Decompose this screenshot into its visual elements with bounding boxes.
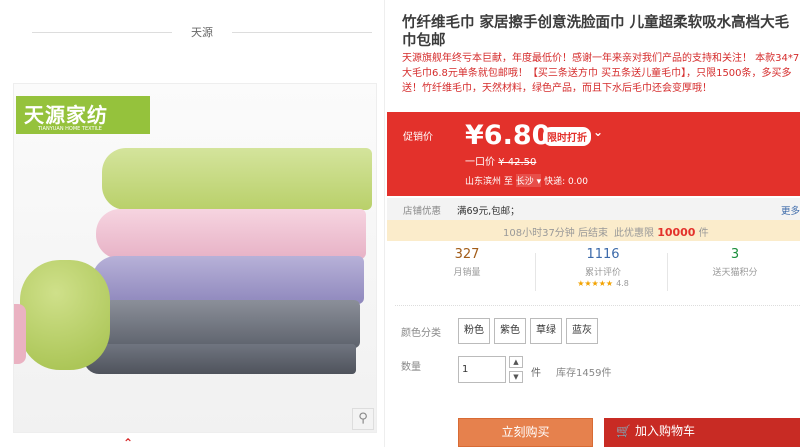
quantity-increase-icon[interactable]: ▲ bbox=[509, 356, 523, 368]
brand-logo-subtext: TIANYUAN HOME TEXTILE bbox=[38, 126, 102, 132]
product-title-line-2: 巾包邮 bbox=[402, 33, 446, 49]
quantity-unit: 件 bbox=[531, 368, 541, 379]
store-promo-more-link[interactable]: 更多 bbox=[781, 203, 800, 217]
buy-now-button[interactable]: 立刻购买 bbox=[458, 418, 593, 447]
countdown-bar: 108小时37分钟 后结束 此优惠限 10000 件 bbox=[387, 220, 800, 241]
divider-line bbox=[32, 32, 172, 33]
stat-reviews[interactable]: 1116 累计评价 ★★★★★ 4.8 bbox=[543, 247, 663, 288]
stat-tmall-points: 3 送天猫积分 bbox=[675, 247, 795, 278]
add-to-cart-label: 加入购物车 bbox=[634, 424, 695, 438]
promo-limit: 此优惠限 10000 件 bbox=[614, 224, 709, 239]
towel-gray-bottom bbox=[84, 344, 356, 374]
original-price-value: ¥ 42.50 bbox=[498, 157, 537, 168]
towel-pink bbox=[96, 209, 366, 259]
quantity-decrease-icon[interactable]: ▼ bbox=[509, 371, 523, 383]
original-price-label: 一口价 bbox=[465, 157, 495, 168]
color-label: 颜色分类 bbox=[401, 328, 441, 339]
main-product-image[interactable]: 天源家纺 TIANYUAN HOME TEXTILE ⚲ bbox=[13, 83, 377, 433]
section-divider bbox=[395, 305, 800, 306]
towel-gray bbox=[88, 300, 360, 348]
ship-from: 山东滨州 bbox=[465, 177, 502, 187]
towel-rolled-pink bbox=[14, 304, 26, 364]
towel-green bbox=[102, 148, 372, 210]
divider-line bbox=[232, 32, 372, 33]
rating-value: 4.8 bbox=[616, 279, 629, 288]
promo-tag: 限时打折 bbox=[543, 127, 591, 146]
promo-limit-value: 10000 bbox=[657, 226, 696, 239]
price-panel: 促销价 ¥6.80 限时打折 ⌄ 一口价 ¥ 42.50 山东滨州 至 长沙 ▾… bbox=[387, 112, 800, 196]
chevron-up-icon[interactable]: ⌃ bbox=[123, 436, 133, 447]
shop-header: 天源 bbox=[32, 22, 372, 42]
store-promo-value: 满69元,包邮； bbox=[457, 206, 520, 217]
shipping-info: 山东滨州 至 长沙 ▾ 快递: 0.00 bbox=[465, 174, 588, 187]
shop-name[interactable]: 天源 bbox=[172, 24, 232, 40]
ship-to-city: 长沙 bbox=[515, 177, 534, 187]
stat-value: 3 bbox=[730, 247, 740, 262]
ship-to-label: 至 bbox=[503, 177, 513, 187]
product-subtitle-line-3: 送！竹纤维毛巾，天然材料，绿色产品，而且下水后毛巾还会变厚哦！ bbox=[402, 83, 712, 94]
promo-price: ¥6.80 bbox=[465, 120, 551, 151]
cart-icon: 🛒 bbox=[616, 424, 631, 438]
chevron-down-icon[interactable]: ⌄ bbox=[593, 125, 603, 139]
stat-caption: 送天猫积分 bbox=[712, 268, 758, 278]
add-to-cart-button[interactable]: 🛒 加入购物车 bbox=[604, 418, 800, 447]
towel-rolled-green bbox=[20, 260, 110, 370]
product-subtitle-line-1: 天源旗舰年终亏本巨献，年度最低价！感谢一年来亲对我们产品的支持和关注！ 本款34… bbox=[402, 53, 800, 64]
stat-caption: 累计评价 bbox=[584, 268, 621, 278]
stat-value: 327 bbox=[454, 247, 480, 262]
product-title-line-1: 竹纤维毛巾 家居擦手创意洗脸面巾 儿童超柔软吸水高档大毛 bbox=[402, 15, 790, 31]
product-subtitle: 天源旗舰年终亏本巨献，年度最低价！感谢一年来亲对我们产品的支持和关注！ 本款34… bbox=[402, 51, 800, 96]
towel-purple bbox=[92, 256, 364, 304]
product-gallery: 天源 天源家纺 TIANYUAN HOME TEXTILE ⚲ ⌃ bbox=[0, 0, 385, 447]
promo-limit-label: 此优惠限 bbox=[614, 228, 654, 239]
color-option-purple[interactable]: 紫色 bbox=[494, 318, 526, 344]
ship-to-select[interactable]: 长沙 ▾ bbox=[515, 174, 542, 187]
star-icons: ★★★★★ bbox=[577, 279, 614, 288]
rating-stars: ★★★★★ 4.8 bbox=[543, 279, 663, 288]
brand-logo-text: 天源家纺 bbox=[24, 103, 108, 127]
stock-count: 库存1459件 bbox=[556, 368, 612, 379]
original-price: 一口价 ¥ 42.50 bbox=[465, 153, 536, 168]
promo-price-label: 促销价 bbox=[403, 132, 433, 143]
color-option-pink[interactable]: 粉色 bbox=[458, 318, 490, 344]
color-option-blue-gray[interactable]: 蓝灰 bbox=[566, 318, 598, 344]
stat-monthly-sales: 327 月销量 bbox=[407, 247, 527, 278]
store-promo-label: 店铺优惠 bbox=[403, 206, 442, 217]
product-title: 竹纤维毛巾 家居擦手创意洗脸面巾 儿童超柔软吸水高档大毛 巾包邮 bbox=[402, 14, 800, 50]
ship-fee: 快递: 0.00 bbox=[544, 177, 588, 187]
quantity-label: 数量 bbox=[401, 362, 421, 373]
stat-divider bbox=[535, 253, 536, 291]
stat-value: 1116 bbox=[586, 247, 620, 262]
sales-stats: 327 月销量 1116 累计评价 ★★★★★ 4.8 3 送天猫积分 bbox=[395, 247, 800, 297]
quantity-input[interactable]: 1 bbox=[458, 356, 506, 383]
stat-divider bbox=[667, 253, 668, 291]
promo-limit-unit: 件 bbox=[698, 228, 709, 239]
product-subtitle-line-2: 大毛巾6.8元单条就包邮哦！【买三条送方巾 买五条送儿童毛巾】，只限1500条，… bbox=[402, 68, 792, 79]
countdown-timer: 108小时37分钟 后结束 bbox=[503, 228, 608, 239]
brand-logo: 天源家纺 TIANYUAN HOME TEXTILE bbox=[16, 96, 150, 134]
color-option-grass-green[interactable]: 草绿 bbox=[530, 318, 562, 344]
zoom-icon[interactable]: ⚲ bbox=[352, 408, 374, 430]
stat-caption: 月销量 bbox=[453, 268, 481, 278]
store-promo: 店铺优惠 满69元,包邮； 更多 bbox=[387, 198, 800, 220]
